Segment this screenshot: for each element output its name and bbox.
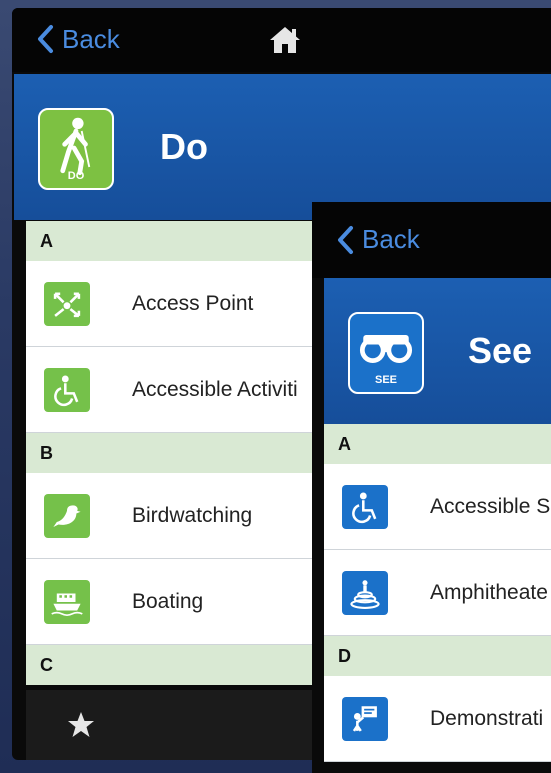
- home-icon[interactable]: [268, 24, 302, 56]
- access-point-icon: [44, 281, 90, 326]
- section-header-d: D: [324, 636, 551, 676]
- chevron-left-icon: [38, 25, 53, 53]
- list-item[interactable]: Accessible S: [324, 464, 551, 550]
- nav-bar: Back: [12, 8, 551, 72]
- hiker-icon: DO: [38, 108, 114, 190]
- page-title: Do: [160, 126, 208, 167]
- wheelchair-icon: [44, 367, 90, 412]
- category-header: DO Do: [14, 74, 551, 220]
- nav-bar: Back: [312, 202, 551, 278]
- binoculars-icon: SEE: [348, 312, 424, 394]
- bird-icon: [44, 493, 90, 538]
- amphitheater-icon: [342, 570, 388, 615]
- list-item-label: Accessible S: [430, 494, 551, 518]
- back-label: Back: [362, 224, 420, 254]
- wheelchair-icon: [342, 484, 388, 529]
- star-icon[interactable]: [66, 710, 96, 740]
- category-header: SEE See: [324, 278, 551, 424]
- back-button[interactable]: Back: [36, 22, 120, 56]
- sight-list: A Accessible S Amphitheate D Demonstrati: [324, 424, 551, 762]
- list-item-label: Amphitheate: [430, 580, 548, 604]
- list-item-label: Boating: [132, 589, 204, 613]
- chevron-left-icon: [338, 225, 353, 254]
- see-screen: Back SEE See A Accessible S Amphitheate …: [312, 202, 551, 773]
- list-item-label: Accessible Activiti: [132, 377, 298, 401]
- boat-icon: [44, 579, 90, 624]
- icon-caption: SEE: [374, 374, 397, 386]
- page-title: See: [468, 330, 533, 371]
- icon-caption: DO: [67, 170, 85, 182]
- back-label: Back: [62, 23, 120, 54]
- list-item[interactable]: Demonstrati: [324, 676, 551, 762]
- section-header-a: A: [324, 424, 551, 464]
- list-item[interactable]: Amphitheate: [324, 550, 551, 636]
- demonstration-icon: [342, 696, 388, 741]
- list-item-label: Demonstrati: [430, 706, 544, 730]
- list-item-label: Birdwatching: [132, 503, 253, 527]
- back-button[interactable]: Back: [336, 224, 420, 255]
- list-item-label: Access Point: [132, 291, 254, 315]
